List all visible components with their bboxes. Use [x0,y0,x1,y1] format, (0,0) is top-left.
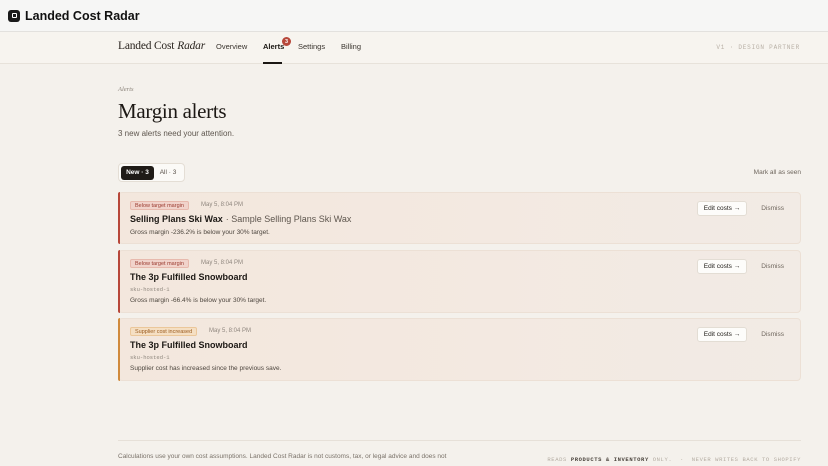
brand-name-accent: Radar [177,40,206,52]
breadcrumb: Alerts [118,86,134,93]
product-sku: sku-hosted-1 [130,286,170,293]
nav-settings[interactable]: Settings [298,42,325,51]
footer-data-scope: READS PRODUCTS & INVENTORY ONLY. · NEVER… [547,456,801,463]
dismiss-button[interactable]: Dismiss [761,205,784,212]
filter-all-button[interactable]: All · 3 [154,166,182,180]
reads-scope: PRODUCTS & INVENTORY [570,456,649,463]
alert-timestamp: May 5, 8:04 PM [201,260,244,266]
alert-card: Below target margin May 5, 8:04 PM The 3… [118,250,801,313]
dismiss-button[interactable]: Dismiss [761,263,784,270]
app-title: Landed Cost Radar [25,8,140,23]
app-icon [8,9,20,22]
page-subtitle: 3 new alerts need your attention. [118,129,235,138]
edit-costs-button[interactable]: Edit costs → [697,259,747,274]
dismiss-button[interactable]: Dismiss [761,331,784,338]
alert-type-badge: Supplier cost increased [130,327,198,336]
filter-new-button[interactable]: New · 3 [121,165,154,180]
brand-name: Landed Cost [118,40,175,52]
product-variant: · Sample Selling Plans Ski Wax [225,214,352,224]
footer-disclaimer: Calculations use your own cost assumptio… [118,453,447,460]
partner-label: V1 · DESIGN PARTNER [716,44,800,51]
mark-all-seen-button[interactable]: Mark all as seen [754,169,801,176]
product-name: Selling Plans Ski Wax [130,214,223,224]
alert-product-title: Selling Plans Ski Wax · Sample Selling Pl… [130,214,351,224]
top-navigation: Landed Cost Radar Overview Alerts 3 Setti… [0,32,828,64]
alert-product-title: The 3p Fulfilled Snowboard [130,272,248,282]
product-sku: sku-hosted-1 [130,354,170,361]
active-tab-indicator [263,62,282,64]
reads-prefix: READS [547,456,567,463]
alert-description: Supplier cost has increased since the pr… [130,365,282,372]
page-title: Margin alerts [118,99,227,123]
nav-billing[interactable]: Billing [341,42,361,51]
nav-alerts[interactable]: Alerts [263,42,284,51]
edit-costs-button[interactable]: Edit costs → [697,327,747,342]
alert-product-title: The 3p Fulfilled Snowboard [130,340,248,350]
alert-timestamp: May 5, 8:04 PM [209,328,252,334]
reads-mode: ONLY. [652,456,673,463]
alert-type-badge: Below target margin [130,259,189,268]
alert-type-badge: Below target margin [130,201,189,210]
alert-card: Supplier cost increased May 5, 8:04 PM T… [118,318,801,381]
footer-divider [118,440,801,441]
brand-logo[interactable]: Landed Cost Radar [118,40,205,52]
alert-description: Gross margin -236.2% is below your 30% t… [130,229,270,236]
edit-costs-button[interactable]: Edit costs → [697,201,747,216]
alerts-count-badge: 3 [282,37,291,46]
alert-description: Gross margin -66.4% is below your 30% ta… [130,297,267,304]
alert-timestamp: May 5, 8:04 PM [201,202,244,208]
alert-filter-toggle: New · 3 All · 3 [118,163,185,182]
alert-card: Below target margin May 5, 8:04 PM Selli… [118,192,801,244]
window-titlebar: Landed Cost Radar [0,0,828,32]
writes-note: NEVER WRITES BACK TO SHOPIFY [691,456,801,463]
nav-overview[interactable]: Overview [216,42,247,51]
